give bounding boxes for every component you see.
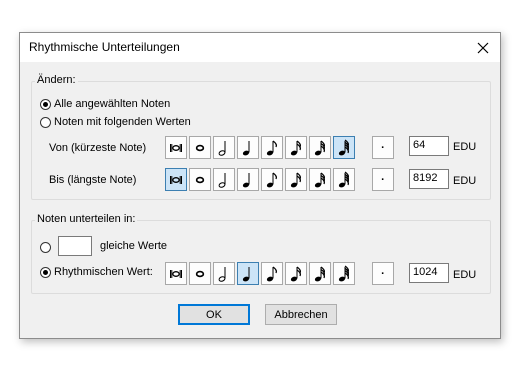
title-bar: Rhythmische Unterteilungen — [20, 33, 500, 62]
half-note-icon — [216, 171, 232, 189]
from-dot-button[interactable]: · — [372, 136, 394, 159]
to-whole-note-button[interactable] — [189, 168, 211, 191]
from-double-whole-note-button[interactable] — [165, 136, 187, 159]
equal-values-label: gleiche Werte — [100, 240, 168, 252]
quarter-note-icon — [240, 265, 256, 283]
to-sixteenth-note-button[interactable] — [285, 168, 307, 191]
radio-all-selected-notes-label: Alle angewählten Noten — [54, 98, 171, 110]
sixteenth-note-icon — [288, 139, 304, 157]
from-quarter-note-button[interactable] — [237, 136, 259, 159]
sixteenth-note-icon — [288, 265, 304, 283]
to-edu-field[interactable]: 8192 — [409, 169, 449, 189]
whole-note-icon — [192, 139, 208, 157]
rhythmic-half-note-button[interactable] — [213, 262, 235, 285]
double-whole-note-icon — [168, 139, 184, 157]
equal-values-field[interactable] — [58, 236, 92, 256]
thirty-second-note-icon — [312, 171, 328, 189]
eighth-note-icon — [264, 171, 280, 189]
augmentation-dot-icon: · — [381, 141, 385, 154]
subdivide-group-label: Noten unterteilen in: — [35, 213, 138, 225]
radio-notes-with-values[interactable] — [40, 117, 51, 128]
sixty-fourth-note-icon — [336, 138, 352, 157]
sixty-fourth-note-icon — [336, 264, 352, 283]
thirty-second-note-icon — [312, 139, 328, 157]
from-whole-note-button[interactable] — [189, 136, 211, 159]
rhythmic-double-whole-note-button[interactable] — [165, 262, 187, 285]
close-icon — [477, 42, 489, 53]
to-double-whole-note-button[interactable] — [165, 168, 187, 191]
radio-notes-with-values-label: Noten mit folgenden Werten — [54, 116, 191, 128]
eighth-note-icon — [264, 139, 280, 157]
cancel-button[interactable]: Abbrechen — [265, 304, 337, 325]
rhythmic-subdivisions-dialog: Rhythmische Unterteilungen Ändern: Alle … — [19, 32, 501, 339]
augmentation-dot-icon: · — [381, 267, 385, 280]
rhythmic-thirty-second-note-button[interactable] — [309, 262, 331, 285]
rhythmic-sixteenth-note-button[interactable] — [285, 262, 307, 285]
to-dot-button[interactable]: · — [372, 168, 394, 191]
half-note-icon — [216, 265, 232, 283]
to-eighth-note-button[interactable] — [261, 168, 283, 191]
to-sixty-fourth-note-button[interactable] — [333, 168, 355, 191]
from-edu-field[interactable]: 64 — [409, 136, 449, 156]
thirty-second-note-icon — [312, 265, 328, 283]
radio-all-selected-notes[interactable] — [40, 99, 51, 110]
quarter-note-icon — [240, 171, 256, 189]
whole-note-icon — [192, 265, 208, 283]
radio-rhythmic-value[interactable] — [40, 267, 51, 278]
rhythmic-edu-field[interactable]: 1024 — [409, 263, 449, 283]
from-sixty-fourth-note-button[interactable] — [333, 136, 355, 159]
rhythmic-dot-button[interactable]: · — [372, 262, 394, 285]
change-group-label: Ändern: — [35, 74, 78, 86]
rhythmic-sixty-fourth-note-button[interactable] — [333, 262, 355, 285]
half-note-icon — [216, 139, 232, 157]
from-half-note-button[interactable] — [213, 136, 235, 159]
to-longest-note-label: Bis (längste Note) — [49, 174, 137, 186]
from-thirty-second-note-button[interactable] — [309, 136, 331, 159]
to-unit-label: EDU — [453, 175, 477, 187]
from-unit-label: EDU — [453, 141, 477, 153]
rhythmic-eighth-note-button[interactable] — [261, 262, 283, 285]
sixty-fourth-note-icon — [336, 170, 352, 189]
from-eighth-note-button[interactable] — [261, 136, 283, 159]
radio-equal-values[interactable] — [40, 242, 51, 253]
to-half-note-button[interactable] — [213, 168, 235, 191]
rhythmic-quarter-note-button[interactable] — [237, 262, 259, 285]
double-whole-note-icon — [168, 265, 184, 283]
close-button[interactable] — [466, 33, 500, 62]
to-thirty-second-note-button[interactable] — [309, 168, 331, 191]
from-sixteenth-note-button[interactable] — [285, 136, 307, 159]
rhythmic-value-label: Rhythmischen Wert: — [54, 266, 153, 278]
dialog-title: Rhythmische Unterteilungen — [29, 40, 180, 54]
eighth-note-icon — [264, 265, 280, 283]
to-quarter-note-button[interactable] — [237, 168, 259, 191]
double-whole-note-icon — [168, 171, 184, 189]
whole-note-icon — [192, 171, 208, 189]
rhythmic-whole-note-button[interactable] — [189, 262, 211, 285]
quarter-note-icon — [240, 139, 256, 157]
from-shortest-note-label: Von (kürzeste Note) — [49, 142, 147, 154]
ok-button[interactable]: OK — [178, 304, 250, 325]
sixteenth-note-icon — [288, 171, 304, 189]
rhythmic-unit-label: EDU — [453, 269, 477, 281]
augmentation-dot-icon: · — [381, 173, 385, 186]
